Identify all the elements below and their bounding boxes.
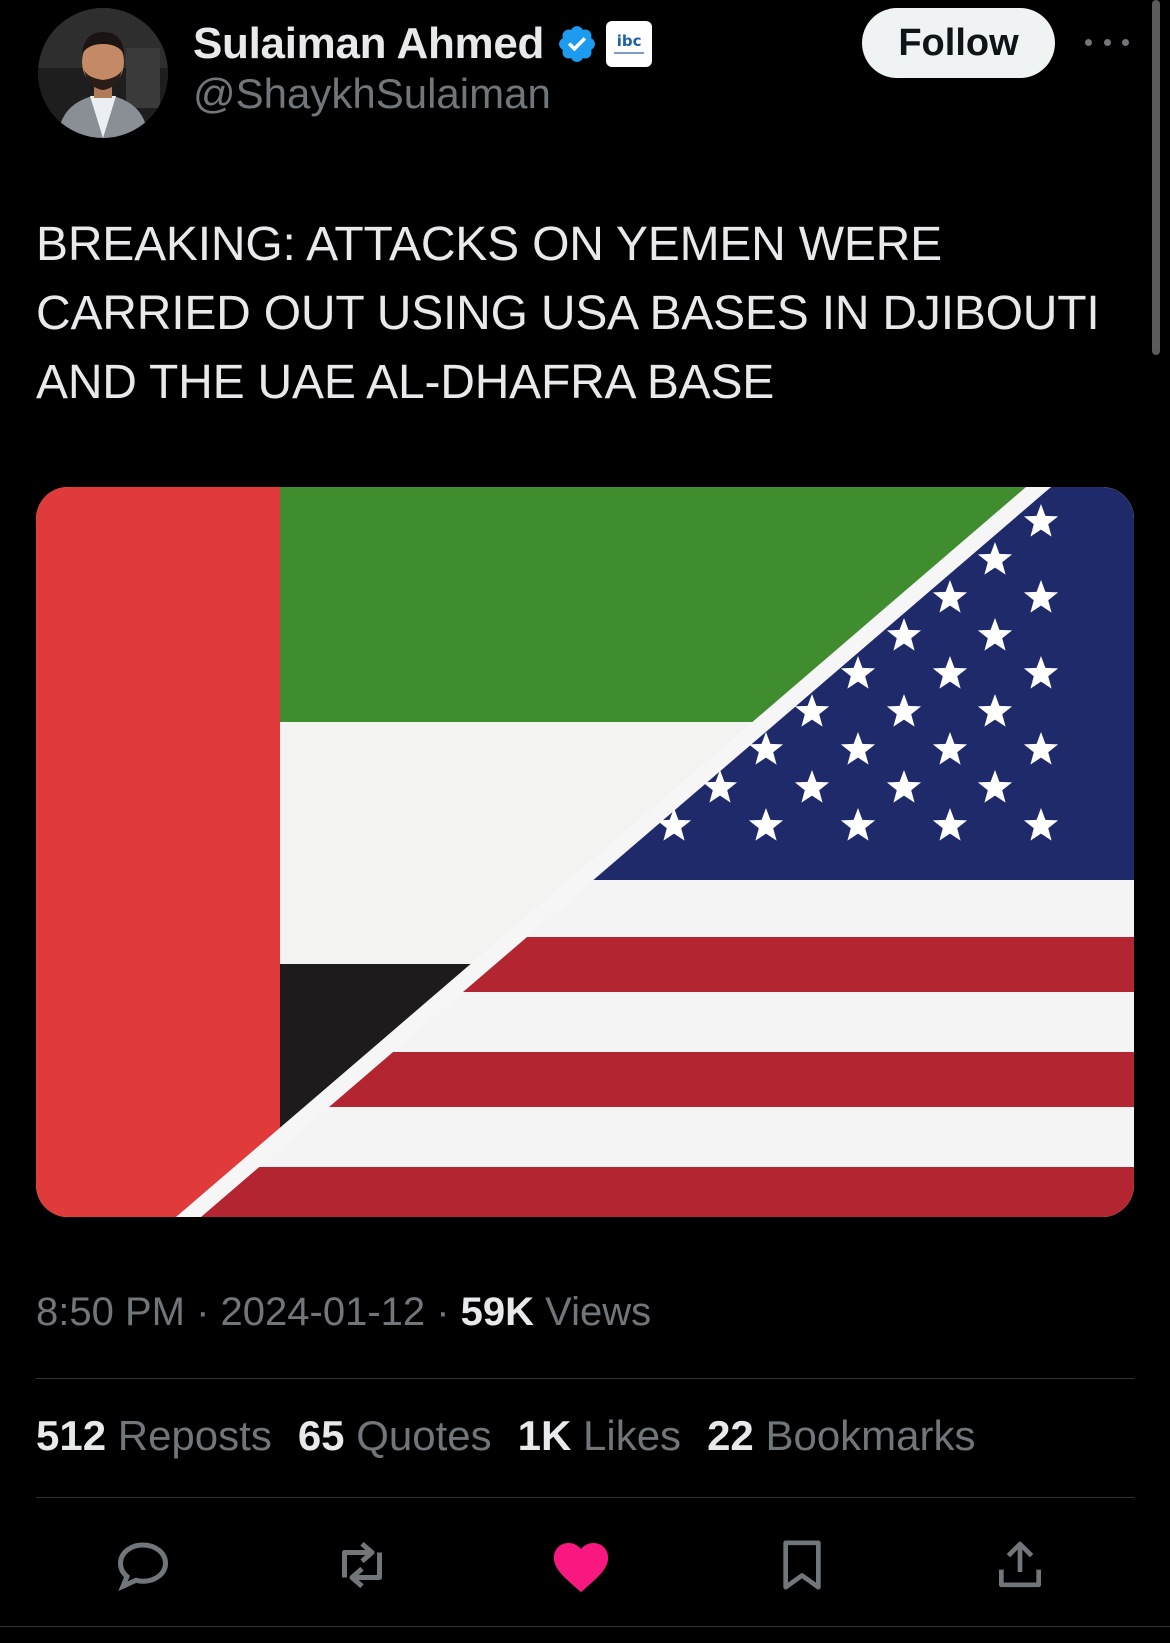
repost-icon[interactable] — [327, 1530, 397, 1600]
more-horizontal-icon[interactable] — [1085, 22, 1129, 62]
tweet-date[interactable]: 2024-01-12 — [221, 1290, 426, 1334]
tweet-actions-bar — [0, 1530, 1170, 1600]
divider — [0, 1626, 1170, 1627]
author-name-row: Sulaiman Ahmed ibc — [193, 16, 653, 72]
tweet-meta: 8:50 PM · 2024-01-12 · 59K Views — [36, 1290, 652, 1334]
affiliation-badge[interactable]: ibc — [606, 21, 653, 67]
bookmark-icon[interactable] — [767, 1530, 837, 1600]
scrollbar[interactable] — [1152, 0, 1160, 355]
tweet-header: Sulaiman Ahmed ibc @ShaykhSulaiman Follo… — [0, 0, 1170, 150]
divider — [36, 1378, 1134, 1379]
reply-icon[interactable] — [108, 1530, 178, 1600]
reposts-stat[interactable]: 512 Reposts — [36, 1412, 272, 1460]
tweet-stats: 512 Reposts 65 Quotes 1K Likes 22 Bookma… — [36, 1412, 1002, 1460]
verified-badge-icon[interactable] — [556, 23, 598, 65]
likes-stat[interactable]: 1K Likes — [518, 1412, 681, 1460]
tweet-time[interactable]: 8:50 PM — [36, 1290, 185, 1334]
uae-usa-flags-image — [36, 487, 1134, 1217]
author-avatar[interactable] — [38, 8, 168, 138]
quotes-stat[interactable]: 65 Quotes — [298, 1412, 492, 1460]
tweet-text: BREAKING: ATTACKS ON YEMEN WERE CARRIED … — [36, 218, 1100, 409]
author-handle[interactable]: @ShaykhSulaiman — [193, 70, 551, 118]
views-label: Views — [534, 1290, 652, 1334]
like-icon[interactable] — [546, 1530, 616, 1600]
tweet-media-image[interactable] — [36, 487, 1134, 1217]
bookmarks-stat[interactable]: 22 Bookmarks — [707, 1412, 975, 1460]
share-icon[interactable] — [985, 1530, 1055, 1600]
follow-button[interactable]: Follow — [862, 8, 1055, 78]
author-display-name[interactable]: Sulaiman Ahmed — [193, 19, 544, 69]
divider — [36, 1497, 1134, 1498]
views-count: 59K — [460, 1290, 535, 1334]
